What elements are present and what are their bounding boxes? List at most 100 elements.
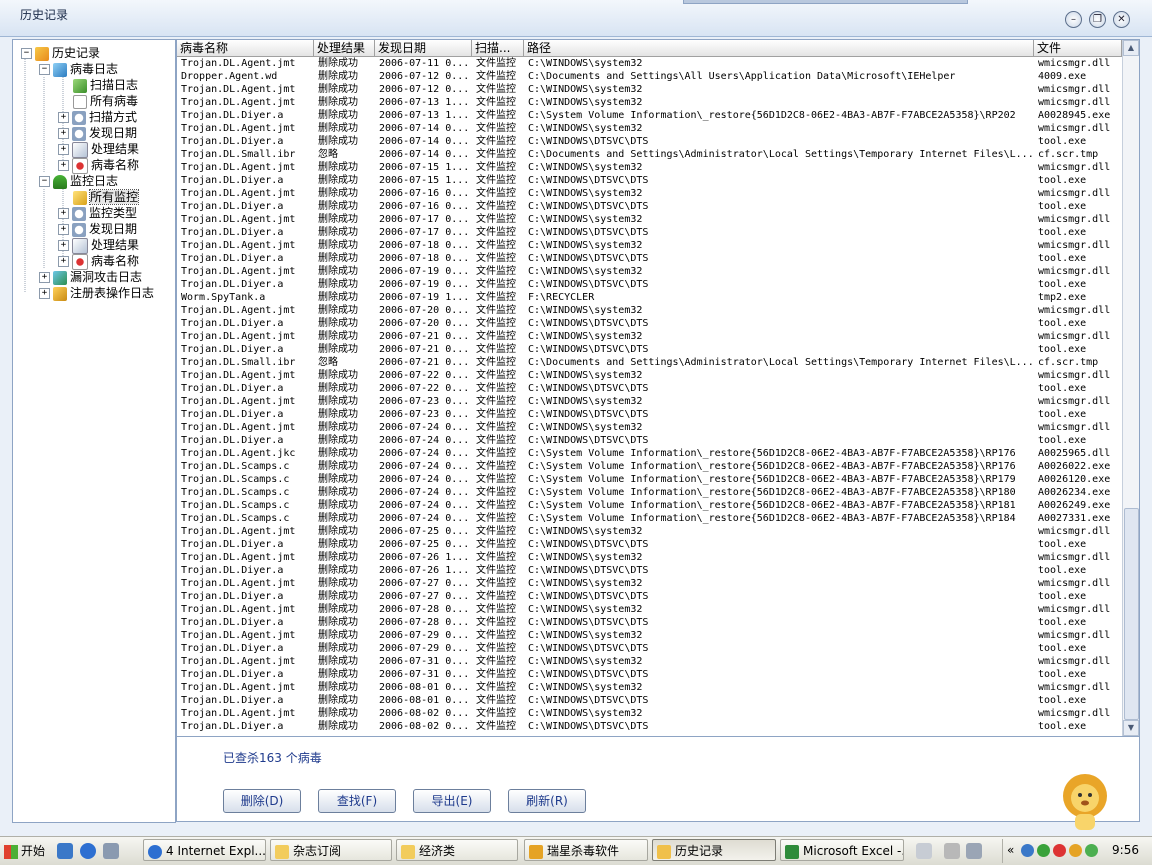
- table-row[interactable]: Trojan.DL.Agent.jmt 删除成功 2006-07-24 0... 文件…: [177, 421, 1122, 434]
- delete-button[interactable]: 删除(D): [223, 789, 301, 813]
- table-row[interactable]: Trojan.DL.Agent.jmt 删除成功 2006-07-21 0... 文件…: [177, 330, 1122, 343]
- tree-node-scan-method[interactable]: + 扫描方式: [58, 109, 137, 125]
- table-row[interactable]: Trojan.DL.Diyer.a 删除成功 2006-07-17 0... 文件监控…: [177, 226, 1122, 239]
- tree-node-all-monitor[interactable]: 所有监控: [73, 189, 140, 205]
- table-row[interactable]: Trojan.DL.Diyer.a 删除成功 2006-08-01 0... 文件监控…: [177, 694, 1122, 707]
- table-row[interactable]: Trojan.DL.Scamps.c 删除成功 2006-07-24 0... 文件监…: [177, 486, 1122, 499]
- keyboard-icon[interactable]: [916, 843, 932, 859]
- scroll-down-icon[interactable]: ▼: [1123, 720, 1139, 736]
- taskbar-item-excel[interactable]: Microsoft Excel -...: [780, 839, 904, 861]
- table-row[interactable]: Trojan.DL.Agent.jmt 删除成功 2006-07-25 0... 文件…: [177, 525, 1122, 538]
- table-row[interactable]: Trojan.DL.Diyer.a 删除成功 2006-07-14 0... 文件监控…: [177, 135, 1122, 148]
- tree-node-found-date[interactable]: + 发现日期: [58, 125, 137, 141]
- table-row[interactable]: Trojan.DL.Diyer.a 删除成功 2006-07-20 0... 文件监控…: [177, 317, 1122, 330]
- tree-node-registry-log[interactable]: + 注册表操作日志: [39, 285, 154, 301]
- expand-icon[interactable]: +: [58, 256, 69, 267]
- table-row[interactable]: Trojan.DL.Diyer.a 删除成功 2006-08-02 0... 文件监控…: [177, 720, 1122, 733]
- table-row[interactable]: Trojan.DL.Agent.jmt 删除成功 2006-08-02 0... 文件…: [177, 707, 1122, 720]
- table-row[interactable]: Trojan.DL.Diyer.a 删除成功 2006-07-29 0... 文件监控…: [177, 642, 1122, 655]
- table-row[interactable]: Trojan.DL.Scamps.c 删除成功 2006-07-24 0... 文件监…: [177, 460, 1122, 473]
- tree-node-scan-log[interactable]: 扫描日志: [73, 77, 138, 93]
- expand-icon[interactable]: +: [58, 128, 69, 139]
- table-row[interactable]: Trojan.DL.Diyer.a 删除成功 2006-07-16 0... 文件监控…: [177, 200, 1122, 213]
- taskbar-item-ie[interactable]: 4 Internet Expl...: [143, 839, 266, 861]
- tray-expand-icon[interactable]: «: [1007, 843, 1014, 857]
- tray-umbrella-icon[interactable]: [1037, 844, 1050, 857]
- expand-icon[interactable]: +: [58, 240, 69, 251]
- quicklaunch-desktop-icon[interactable]: [57, 843, 73, 859]
- table-row[interactable]: Trojan.DL.Agent.jmt 删除成功 2006-07-31 0... 文件…: [177, 655, 1122, 668]
- table-row[interactable]: Trojan.DL.Agent.jmt 删除成功 2006-07-27 0... 文件…: [177, 577, 1122, 590]
- find-button[interactable]: 查找(F): [318, 789, 396, 813]
- expand-icon[interactable]: +: [58, 224, 69, 235]
- tree-node-result[interactable]: + 处理结果: [58, 141, 139, 158]
- table-row[interactable]: Worm.SpyTank.a 删除成功 2006-07-19 1... 文件监控 F:\…: [177, 291, 1122, 304]
- tree-node-monitor-log[interactable]: − 监控日志: [39, 173, 118, 189]
- expand-icon[interactable]: +: [58, 112, 69, 123]
- expand-icon[interactable]: +: [58, 144, 69, 155]
- table-row[interactable]: Trojan.DL.Agent.jmt 删除成功 2006-07-22 0... 文件…: [177, 369, 1122, 382]
- tree-node-exploit-log[interactable]: + 漏洞攻击日志: [39, 269, 142, 285]
- language-bar-icon[interactable]: [966, 843, 982, 859]
- tray-lion-icon[interactable]: [1069, 844, 1082, 857]
- taskbar-item-rising-antivirus[interactable]: 瑞星杀毒软件: [524, 839, 648, 861]
- tray-messenger-icon[interactable]: [1085, 844, 1098, 857]
- table-row[interactable]: Trojan.DL.Diyer.a 删除成功 2006-07-28 0... 文件监控…: [177, 616, 1122, 629]
- table-row[interactable]: Trojan.DL.Agent.jmt 删除成功 2006-07-11 0... 文件…: [177, 57, 1122, 70]
- minimize-icon[interactable]: –: [1065, 11, 1082, 28]
- expand-icon[interactable]: +: [58, 208, 69, 219]
- table-row[interactable]: Trojan.DL.Diyer.a 删除成功 2006-07-18 0... 文件监控…: [177, 252, 1122, 265]
- expand-icon[interactable]: +: [58, 160, 69, 171]
- table-row[interactable]: Dropper.Agent.wd 删除成功 2006-07-12 0... 文件监控 C…: [177, 70, 1122, 83]
- table-row[interactable]: Trojan.DL.Small.ibr 忽略 2006-07-14 0... 文件监控…: [177, 148, 1122, 161]
- table-row[interactable]: Trojan.DL.Agent.jmt 删除成功 2006-07-28 0... 文件…: [177, 603, 1122, 616]
- taskbar-item-history[interactable]: 历史记录: [652, 839, 776, 861]
- table-row[interactable]: Trojan.DL.Diyer.a 删除成功 2006-07-24 0... 文件监控…: [177, 434, 1122, 447]
- tree-root[interactable]: − 历史记录: [21, 45, 100, 61]
- start-button[interactable]: 开始: [2, 840, 50, 862]
- table-row[interactable]: Trojan.DL.Diyer.a 删除成功 2006-07-26 1... 文件监控…: [177, 564, 1122, 577]
- table-row[interactable]: Trojan.DL.Diyer.a 删除成功 2006-07-25 0... 文件监控…: [177, 538, 1122, 551]
- table-row[interactable]: Trojan.DL.Agent.jmt 删除成功 2006-07-13 1... 文件…: [177, 96, 1122, 109]
- tree-node-monitor-type[interactable]: + 监控类型: [58, 205, 137, 221]
- expand-icon[interactable]: +: [39, 272, 50, 283]
- table-row[interactable]: Trojan.DL.Agent.jmt 删除成功 2006-07-17 0... 文件…: [177, 213, 1122, 226]
- tree-node-monitor-date[interactable]: + 发现日期: [58, 221, 137, 237]
- column-header-date[interactable]: 发现日期: [375, 40, 472, 56]
- table-row[interactable]: Trojan.DL.Agent.jmt 删除成功 2006-07-19 0... 文件…: [177, 265, 1122, 278]
- table-row[interactable]: Trojan.DL.Agent.jmt 删除成功 2006-08-01 0... 文件…: [177, 681, 1122, 694]
- restore-icon[interactable]: ❐: [1089, 11, 1106, 28]
- table-row[interactable]: Trojan.DL.Diyer.a 删除成功 2006-07-19 0... 文件监控…: [177, 278, 1122, 291]
- tree-node-monitor-result[interactable]: + 处理结果: [58, 237, 139, 254]
- pen-icon[interactable]: [944, 843, 960, 859]
- table-row[interactable]: Trojan.DL.Agent.jmt 删除成功 2006-07-18 0... 文件…: [177, 239, 1122, 252]
- expand-icon[interactable]: +: [39, 288, 50, 299]
- table-row[interactable]: Trojan.DL.Diyer.a 删除成功 2006-07-15 1... 文件监控…: [177, 174, 1122, 187]
- table-row[interactable]: Trojan.DL.Agent.jmt 删除成功 2006-07-16 0... 文件…: [177, 187, 1122, 200]
- table-row[interactable]: Trojan.DL.Agent.jkc 删除成功 2006-07-24 0... 文件…: [177, 447, 1122, 460]
- taskbar-item-folder-economy[interactable]: 经济类: [396, 839, 518, 861]
- table-row[interactable]: Trojan.DL.Agent.jmt 删除成功 2006-07-23 0... 文件…: [177, 395, 1122, 408]
- table-row[interactable]: Trojan.DL.Agent.jmt 删除成功 2006-07-20 0... 文件…: [177, 304, 1122, 317]
- table-row[interactable]: Trojan.DL.Scamps.c 删除成功 2006-07-24 0... 文件监…: [177, 499, 1122, 512]
- table-row[interactable]: Trojan.DL.Scamps.c 删除成功 2006-07-24 0... 文件监…: [177, 512, 1122, 525]
- scroll-thumb[interactable]: [1124, 508, 1139, 720]
- table-row[interactable]: Trojan.DL.Agent.jmt 删除成功 2006-07-26 1... 文件…: [177, 551, 1122, 564]
- export-button[interactable]: 导出(E): [413, 789, 491, 813]
- table-row[interactable]: Trojan.DL.Diyer.a 删除成功 2006-07-31 0... 文件监控…: [177, 668, 1122, 681]
- table-row[interactable]: Trojan.DL.Diyer.a 删除成功 2006-07-22 0... 文件监控…: [177, 382, 1122, 395]
- collapse-icon[interactable]: −: [39, 64, 50, 75]
- quicklaunch-media-icon[interactable]: [103, 843, 119, 859]
- tray-shield-icon[interactable]: [1053, 844, 1066, 857]
- column-header-virus-name[interactable]: 病毒名称: [177, 40, 314, 56]
- tree-node-virus-name[interactable]: + 病毒名称: [58, 157, 139, 174]
- tree-node-virus-log[interactable]: − 病毒日志: [39, 61, 118, 77]
- taskbar-item-folder-magazine[interactable]: 杂志订阅: [270, 839, 392, 861]
- column-header-path[interactable]: 路径: [524, 40, 1034, 56]
- tree-node-all-virus[interactable]: 所有病毒: [73, 93, 138, 109]
- table-row[interactable]: Trojan.DL.Diyer.a 删除成功 2006-07-23 0... 文件监控…: [177, 408, 1122, 421]
- table-row[interactable]: Trojan.DL.Agent.jmt 删除成功 2006-07-12 0... 文件…: [177, 83, 1122, 96]
- collapse-icon[interactable]: −: [21, 48, 32, 59]
- vertical-scrollbar[interactable]: ▲ ▼: [1122, 40, 1139, 736]
- tree-node-monitor-virus-name[interactable]: + 病毒名称: [58, 253, 139, 270]
